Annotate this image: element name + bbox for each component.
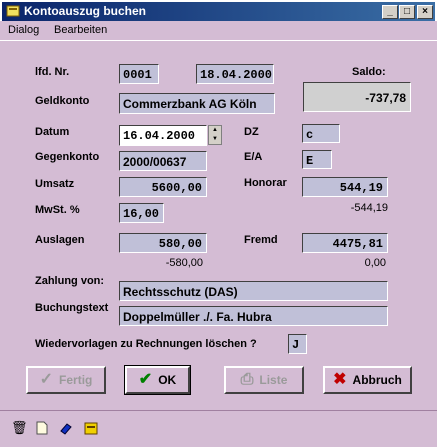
minimize-button[interactable]: _ bbox=[382, 5, 398, 19]
fremd-label: Fremd bbox=[244, 234, 278, 246]
new-document-icon[interactable] bbox=[35, 421, 49, 435]
database-icon[interactable] bbox=[84, 421, 98, 435]
printer-icon: ⎙ bbox=[240, 371, 254, 388]
check-disabled-icon: ✓ bbox=[39, 371, 54, 388]
honorar-sub-value: -544,19 bbox=[350, 202, 388, 214]
gegenkonto-field[interactable]: 2000/00637 bbox=[119, 151, 207, 171]
ea-field[interactable]: E bbox=[302, 150, 332, 169]
zahlung-von-field[interactable]: Rechtsschutz (DAS) bbox=[119, 281, 388, 301]
umsatz-label: Umsatz bbox=[35, 178, 75, 190]
datum-spinner[interactable]: ▲ ▼ bbox=[208, 125, 222, 145]
mwst-field[interactable]: 16,00 bbox=[119, 203, 164, 223]
fremd-field[interactable]: 4475,81 bbox=[302, 233, 388, 253]
auslagen-sub-value: -580,00 bbox=[165, 257, 203, 269]
eraser-icon[interactable] bbox=[59, 421, 73, 435]
status-bar: 🗑 bbox=[0, 410, 437, 447]
trash-icon[interactable]: 🗑 bbox=[11, 421, 28, 435]
dz-label: DZ bbox=[244, 126, 259, 138]
menu-dialog[interactable]: Dialog bbox=[8, 24, 39, 36]
buchungstext-label: Buchungstext bbox=[35, 302, 109, 314]
fremd-sub-value: 0,00 bbox=[364, 257, 386, 269]
gegenkonto-label: Gegenkonto bbox=[35, 151, 100, 163]
lfd-nr-label: lfd. Nr. bbox=[35, 66, 70, 78]
wiedervorlagen-label: Wiedervorlagen zu Rechnungen löschen ? bbox=[35, 338, 257, 350]
geldkonto-field[interactable]: Commerzbank AG Köln bbox=[119, 93, 275, 114]
mwst-label: MwSt. % bbox=[35, 204, 80, 216]
datum-label: Datum bbox=[35, 126, 70, 138]
honorar-field[interactable]: 544,19 bbox=[302, 177, 388, 197]
menu-bar: Dialog Bearbeiten bbox=[0, 21, 437, 41]
ok-button[interactable]: ✔ OK bbox=[124, 365, 191, 395]
saldo-field: -737,78 bbox=[303, 82, 411, 112]
date-top-field[interactable]: 18.04.2000 bbox=[196, 64, 274, 84]
buchungstext-field[interactable]: Doppelmüller ./. Fa. Hubra bbox=[119, 306, 388, 326]
honorar-label: Honorar bbox=[244, 177, 287, 189]
auslagen-label: Auslagen bbox=[35, 234, 85, 246]
liste-button[interactable]: ⎙ Liste bbox=[224, 366, 304, 394]
lfd-nr-field[interactable]: 0001 bbox=[119, 64, 159, 84]
x-icon: ✖ bbox=[333, 371, 347, 388]
app-icon bbox=[6, 5, 20, 17]
window-title: Kontoauszug buchen bbox=[24, 4, 146, 18]
fertig-button[interactable]: ✓ Fertig bbox=[26, 366, 106, 394]
title-bar[interactable]: Kontoauszug buchen _ □ × bbox=[0, 0, 437, 21]
zahlung-von-label: Zahlung von: bbox=[35, 275, 105, 287]
maximize-button[interactable]: □ bbox=[399, 5, 415, 19]
abbruch-button[interactable]: ✖ Abbruch bbox=[323, 366, 412, 394]
spin-down-icon[interactable]: ▼ bbox=[209, 135, 221, 144]
check-icon: ✔ bbox=[138, 371, 153, 388]
saldo-label: Saldo: bbox=[352, 66, 386, 78]
spin-up-icon[interactable]: ▲ bbox=[209, 126, 221, 135]
auslagen-field[interactable]: 580,00 bbox=[119, 233, 207, 253]
datum-field[interactable]: 16.04.2000 bbox=[119, 125, 207, 146]
dz-field[interactable]: c bbox=[302, 124, 340, 143]
close-button[interactable]: × bbox=[417, 5, 433, 19]
geldkonto-label: Geldkonto bbox=[35, 95, 90, 107]
ea-label: E/A bbox=[244, 151, 263, 163]
wiedervorlagen-field[interactable]: J bbox=[288, 334, 307, 354]
umsatz-field[interactable]: 5600,00 bbox=[119, 177, 207, 197]
menu-bearbeiten[interactable]: Bearbeiten bbox=[54, 24, 107, 36]
